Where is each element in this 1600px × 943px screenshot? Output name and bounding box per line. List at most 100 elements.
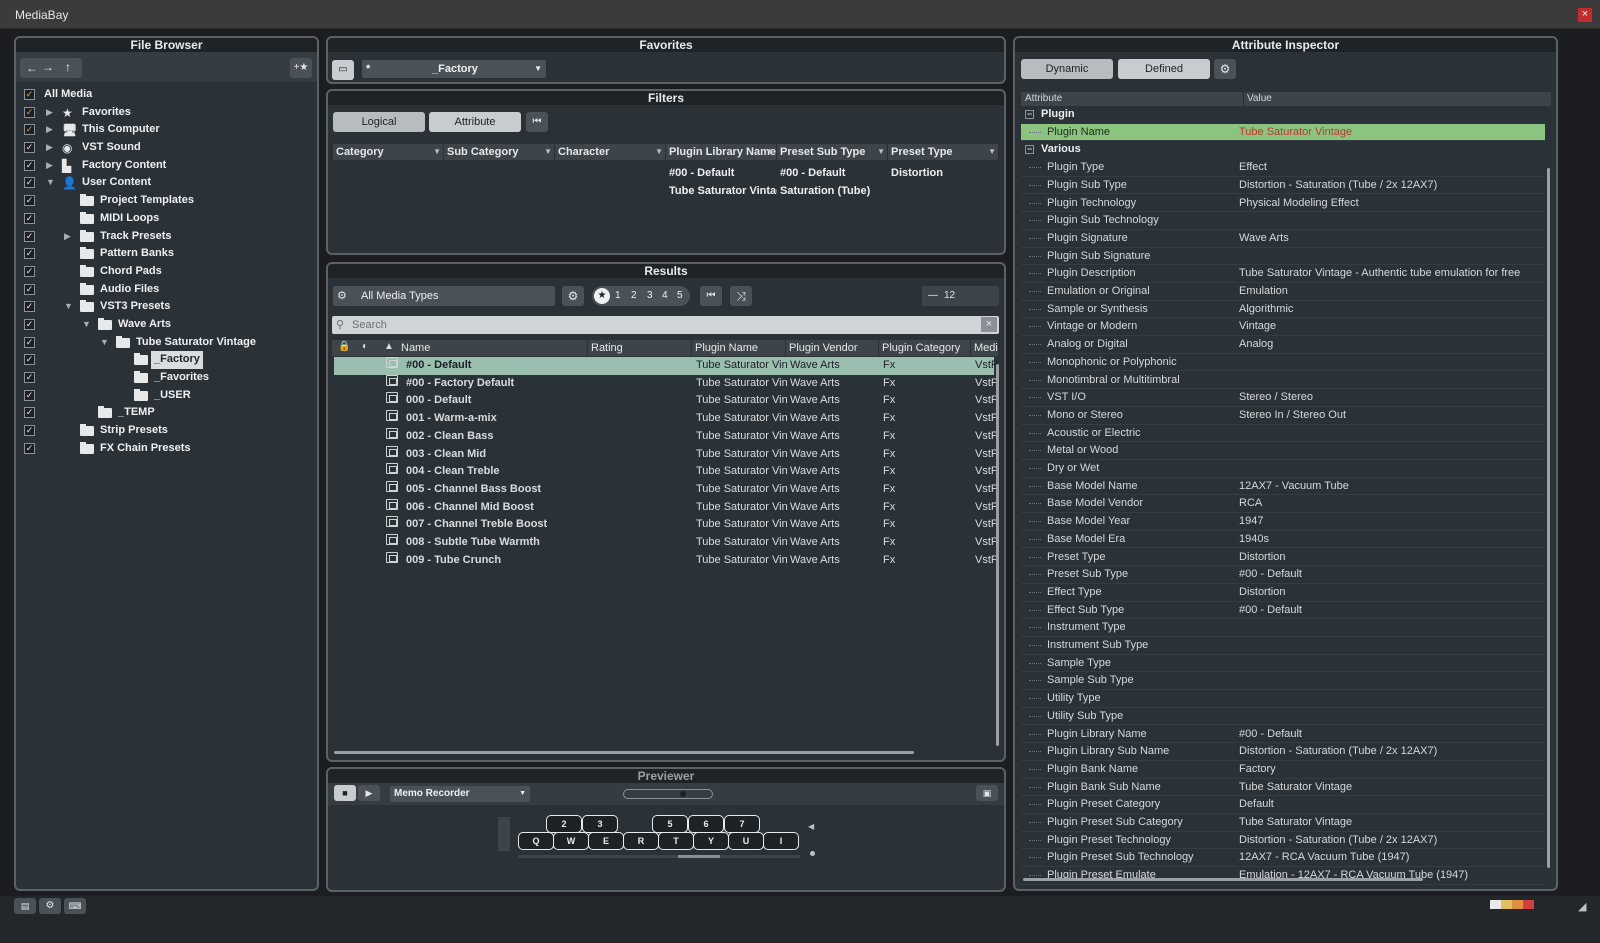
attribute-row[interactable]: Utility Type xyxy=(1021,690,1545,708)
attribute-value[interactable]: Distortion xyxy=(1239,549,1285,567)
attribute-value[interactable]: Default xyxy=(1239,796,1274,814)
collapse-arrow-icon[interactable]: ▼ xyxy=(100,334,109,352)
attribute-row[interactable]: Plugin Type Effect xyxy=(1021,159,1545,177)
checkbox[interactable]: ✓ xyxy=(24,389,35,401)
attribute-row[interactable]: Instrument Sub Type xyxy=(1021,637,1545,655)
attribute-value[interactable]: #00 - Default xyxy=(1239,726,1302,744)
attribute-value[interactable]: 1940s xyxy=(1239,531,1269,549)
checkbox[interactable]: ✓ xyxy=(24,425,35,437)
attribute-value[interactable]: 1947 xyxy=(1239,513,1263,531)
tab-dynamic[interactable]: Dynamic xyxy=(1021,59,1113,79)
column-attribute[interactable]: Attribute xyxy=(1025,92,1062,106)
group-various[interactable]: − Various xyxy=(1021,141,1545,159)
key-7[interactable]: 7 xyxy=(724,815,760,833)
scroll-handle[interactable] xyxy=(498,817,510,851)
attribute-row[interactable]: VST I/O Stereo / Stereo xyxy=(1021,389,1545,407)
expand-arrow-icon[interactable]: ▶ xyxy=(46,121,53,139)
filter-column-preset-type[interactable]: Preset Type ▼ xyxy=(888,144,999,160)
key-6[interactable]: 6 xyxy=(688,815,724,833)
sort-ascending-icon[interactable]: ▲ xyxy=(384,341,394,352)
attribute-row[interactable]: Plugin Sub Type Distortion - Saturation (… xyxy=(1021,177,1545,195)
tree-item-vst3-presets[interactable]: ✓ ▼ VST3 Presets xyxy=(20,298,317,316)
collapse-arrow-icon[interactable]: ▼ xyxy=(82,316,91,334)
key-3[interactable]: 3 xyxy=(582,815,618,833)
result-row[interactable]: #00 - Factory Default Tube Saturator Vint… xyxy=(334,374,998,393)
attribute-row[interactable]: Preset Sub Type #00 - Default xyxy=(1021,566,1545,584)
layout-icon[interactable]: ▤ xyxy=(14,898,36,914)
collapse-arrow-icon[interactable]: ▼ xyxy=(64,298,73,316)
checkbox[interactable]: ✓ xyxy=(24,372,35,383)
attribute-value[interactable]: 12AX7 - RCA Vacuum Tube (1947) xyxy=(1239,849,1409,867)
attribute-value[interactable]: Factory xyxy=(1239,761,1276,779)
tree-item-tube-saturator-vintage[interactable]: ✓ ▼ Tube Saturator Vintage xyxy=(20,334,317,352)
checkbox[interactable]: ✓ xyxy=(24,106,35,118)
favorites-selector[interactable]: * _Factory ▼ xyxy=(362,60,546,78)
filter-column-plugin-library-name[interactable]: Plugin Library Name ▼ xyxy=(666,144,777,160)
key-t[interactable]: T xyxy=(658,832,694,850)
attribute-value[interactable]: Algorithmic xyxy=(1239,301,1293,319)
stop-icon[interactable]: ■ xyxy=(334,785,356,801)
tree-item-audio-files[interactable]: ✓ Audio Files xyxy=(20,281,317,299)
attribute-row[interactable]: Acoustic or Electric xyxy=(1021,425,1545,443)
tab-attribute[interactable]: Attribute xyxy=(429,112,521,132)
expand-arrow-icon[interactable]: ▶ xyxy=(46,104,53,122)
filter-value[interactable]: #00 - Default xyxy=(669,167,777,179)
tree-item-user-content[interactable]: ✓ ▼ 👤 User Content xyxy=(20,174,317,192)
checkbox[interactable]: ✓ xyxy=(24,336,35,348)
tab-logical[interactable]: Logical xyxy=(333,112,425,132)
checkbox[interactable]: ✓ xyxy=(24,318,35,330)
attribute-row[interactable]: Emulation or Original Emulation xyxy=(1021,283,1545,301)
attribute-value[interactable]: Distortion - Saturation (Tube / 2x 12AX7… xyxy=(1239,743,1437,761)
result-row[interactable]: 004 - Clean Treble Tube Saturator Vint Wav… xyxy=(334,463,998,481)
attribute-value[interactable]: Effect xyxy=(1239,159,1267,177)
result-row[interactable]: 007 - Channel Treble Boost Tube Saturator… xyxy=(334,516,998,534)
key-e[interactable]: E xyxy=(588,832,624,850)
attribute-value[interactable]: Emulation - 12AX7 - RCA Vacuum Tube (194… xyxy=(1239,867,1468,885)
attribute-row[interactable]: Plugin Description Tube Saturator Vintage… xyxy=(1021,265,1545,283)
filter-value[interactable]: Tube Saturator Vintag xyxy=(669,185,777,197)
attribute-value[interactable]: Tube Saturator Vintage xyxy=(1239,779,1352,797)
tree-item-favorites[interactable]: ✓ ▶ ★ Favorites xyxy=(20,104,317,122)
attribute-row[interactable]: Plugin Library Sub Name Distortion - Satu… xyxy=(1021,743,1545,761)
attribute-row[interactable]: Base Model Year 1947 xyxy=(1021,513,1545,531)
rating-all-icon[interactable]: ★ xyxy=(594,288,610,304)
attribute-value[interactable]: Analog xyxy=(1239,336,1273,354)
resize-grip-icon[interactable]: ◢ xyxy=(1578,900,1586,913)
filter-value[interactable]: #00 - Default xyxy=(780,167,888,179)
attribute-row[interactable]: Plugin Technology Physical Modeling Effec… xyxy=(1021,195,1545,213)
settings-gear-icon[interactable]: ⚙ xyxy=(1214,59,1236,79)
inspector-hscrollbar[interactable] xyxy=(1023,878,1423,881)
result-row[interactable]: 008 - Subtle Tube Warmth Tube Saturator V… xyxy=(334,534,998,552)
column-value[interactable]: Value xyxy=(1243,92,1272,106)
checkbox[interactable]: ✓ xyxy=(24,301,35,313)
horizontal-scrollbar[interactable] xyxy=(334,751,914,754)
checkbox[interactable]: ✓ xyxy=(24,159,35,171)
attribute-row[interactable]: Sample Sub Type xyxy=(1021,672,1545,691)
tree-item-fx-chain-presets[interactable]: ✓ FX Chain Presets xyxy=(20,440,317,458)
column-plugin-category[interactable]: Plugin Category xyxy=(879,340,971,356)
attribute-row[interactable]: Plugin Preset Emulate Emulation - 12AX7 -… xyxy=(1021,867,1545,885)
result-row[interactable]: 000 - Default Tube Saturator Vint Wave Art… xyxy=(334,392,998,410)
attribute-value[interactable]: 12AX7 - Vacuum Tube xyxy=(1239,478,1349,496)
column-rating[interactable]: Rating xyxy=(588,340,692,356)
checkbox[interactable]: ✓ xyxy=(24,407,35,419)
tree-item-pattern-banks[interactable]: ✓ Pattern Banks xyxy=(20,245,317,263)
up-arrow-icon[interactable]: ↑ xyxy=(65,60,71,74)
key-y[interactable]: Y xyxy=(693,832,729,850)
reset-filters-icon[interactable]: ⏮ xyxy=(526,112,548,132)
column-media[interactable]: Media xyxy=(971,340,999,356)
group-plugin[interactable]: − Plugin xyxy=(1021,106,1545,124)
attribute-row[interactable]: Plugin Sub Signature xyxy=(1021,248,1545,266)
filter-column-preset-sub-type[interactable]: Preset Sub Type ▼ xyxy=(777,144,888,160)
tab-defined[interactable]: Defined xyxy=(1118,59,1210,79)
result-row[interactable]: 001 - Warm-a-mix Tube Saturator Vint Wave … xyxy=(334,410,998,428)
checkbox[interactable]: ✓ xyxy=(24,142,35,154)
attribute-value[interactable]: Tube Saturator Vintage xyxy=(1239,814,1352,832)
key-q[interactable]: Q xyxy=(518,832,554,850)
inspector-vscrollbar[interactable] xyxy=(1547,168,1550,868)
attribute-value[interactable]: Wave Arts xyxy=(1239,230,1289,248)
media-type-selector[interactable]: ⚙ All Media Types xyxy=(333,286,555,306)
attribute-row[interactable]: Plugin Bank Sub Name Tube Saturator Vinta… xyxy=(1021,779,1545,797)
expand-arrow-icon[interactable]: ▶ xyxy=(46,139,53,157)
attribute-value[interactable]: Physical Modeling Effect xyxy=(1239,195,1359,213)
